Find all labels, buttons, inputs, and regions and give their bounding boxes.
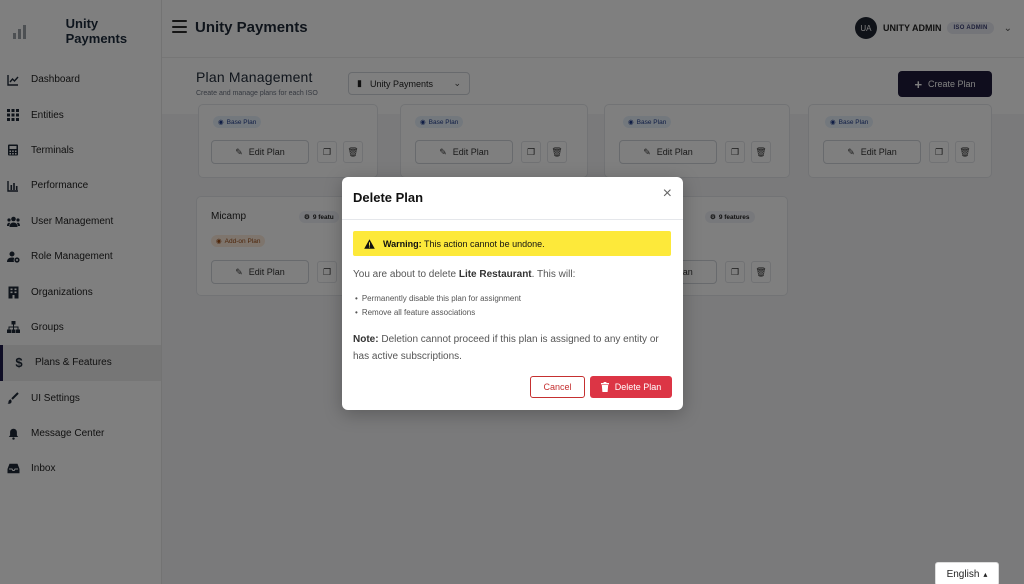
delete-plan-label: Delete Plan	[614, 382, 662, 392]
delete-plan-dialog: Delete Plan × Warning: This action canno…	[342, 177, 683, 410]
delete-intro: You are about to delete Lite Restaurant.…	[353, 269, 576, 280]
consequence-list: Permanently disable this plan for assign…	[355, 291, 521, 319]
cancel-button[interactable]: Cancel	[530, 376, 585, 398]
warning-icon	[364, 238, 375, 249]
caret-up-icon: ▴	[983, 569, 988, 579]
delete-plan-button[interactable]: Delete Plan	[590, 376, 672, 398]
list-item: Remove all feature associations	[355, 305, 521, 319]
warning-text: Warning: This action cannot be undone.	[383, 238, 545, 249]
close-icon[interactable]: ×	[663, 186, 672, 202]
divider	[342, 219, 683, 220]
deletion-note: Note: Deletion cannot proceed if this pl…	[353, 334, 659, 362]
language-select[interactable]: English ▴	[935, 562, 999, 584]
language-value: English	[946, 568, 980, 580]
plan-name: Lite Restaurant	[458, 269, 532, 280]
list-item: Permanently disable this plan for assign…	[355, 291, 521, 305]
warning-banner: Warning: This action cannot be undone.	[353, 231, 671, 256]
dialog-title: Delete Plan	[353, 190, 424, 205]
trash-icon	[600, 382, 609, 392]
